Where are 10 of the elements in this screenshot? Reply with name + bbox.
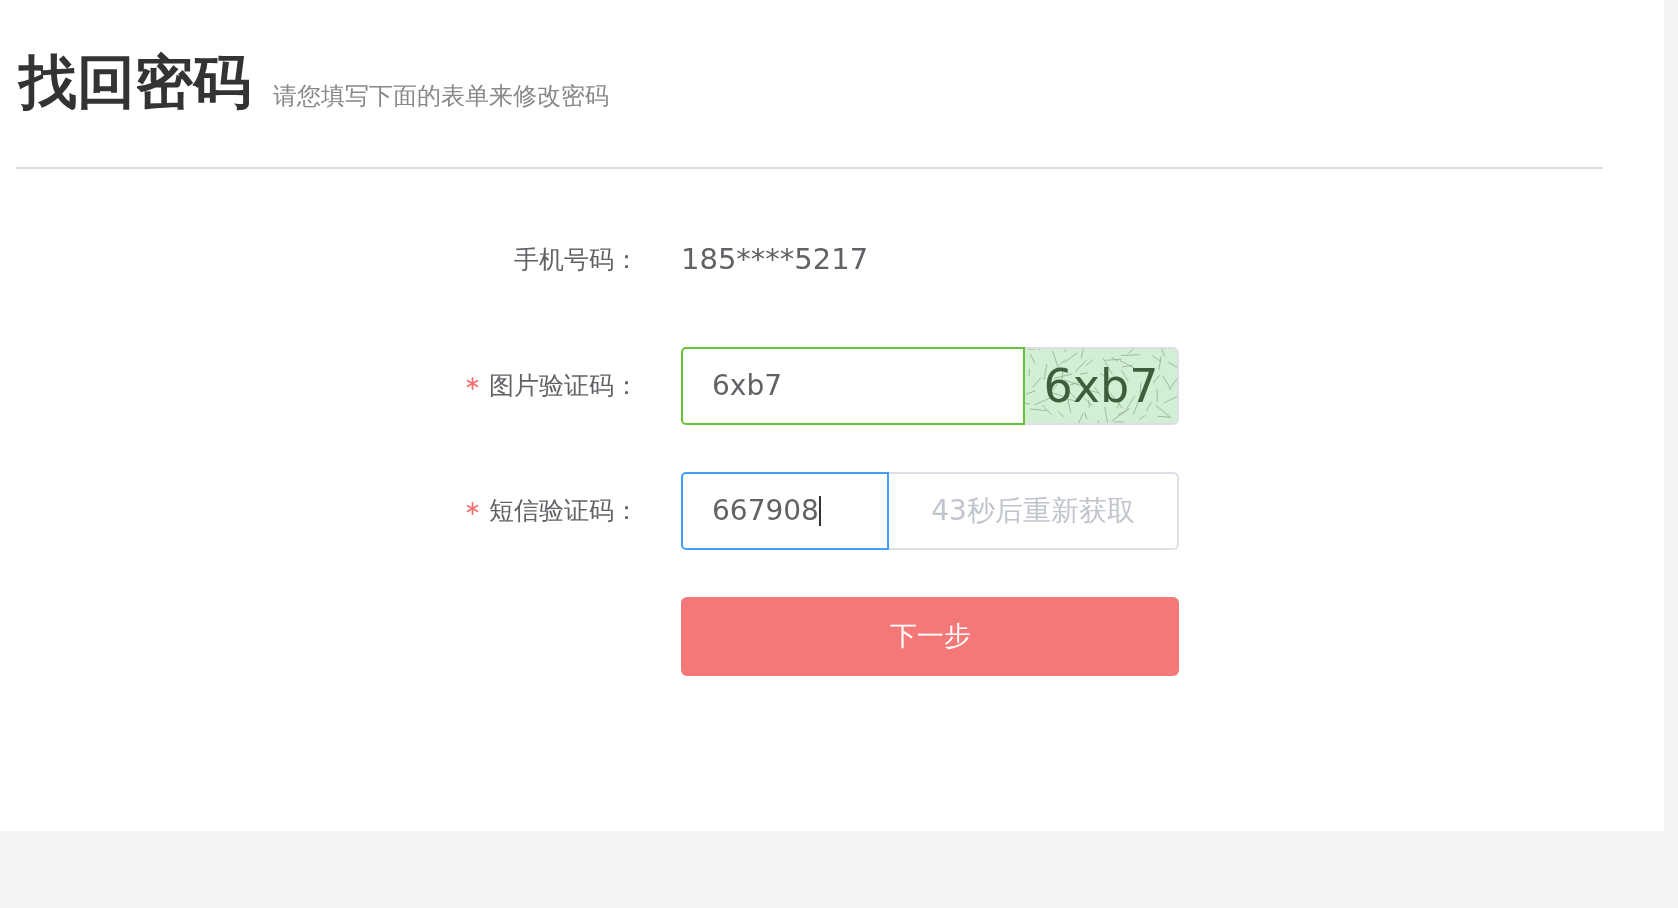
page-subtitle: 请您填写下面的表单来修改密码 — [273, 81, 609, 111]
captcha-image[interactable]: 6xb7 — [1025, 347, 1179, 425]
text-input[interactable]: 6xb7 — [681, 347, 1025, 425]
field-label: 手机号码： — [514, 244, 639, 277]
text-input[interactable]: 667908 — [681, 472, 889, 550]
text-cursor-icon — [818, 496, 821, 526]
field-label: 图片验证码： — [489, 370, 639, 403]
field-label: 短信验证码： — [489, 495, 639, 528]
page-title: 找回密码 — [19, 50, 251, 114]
phone-number: 185****5217 — [681, 241, 869, 279]
